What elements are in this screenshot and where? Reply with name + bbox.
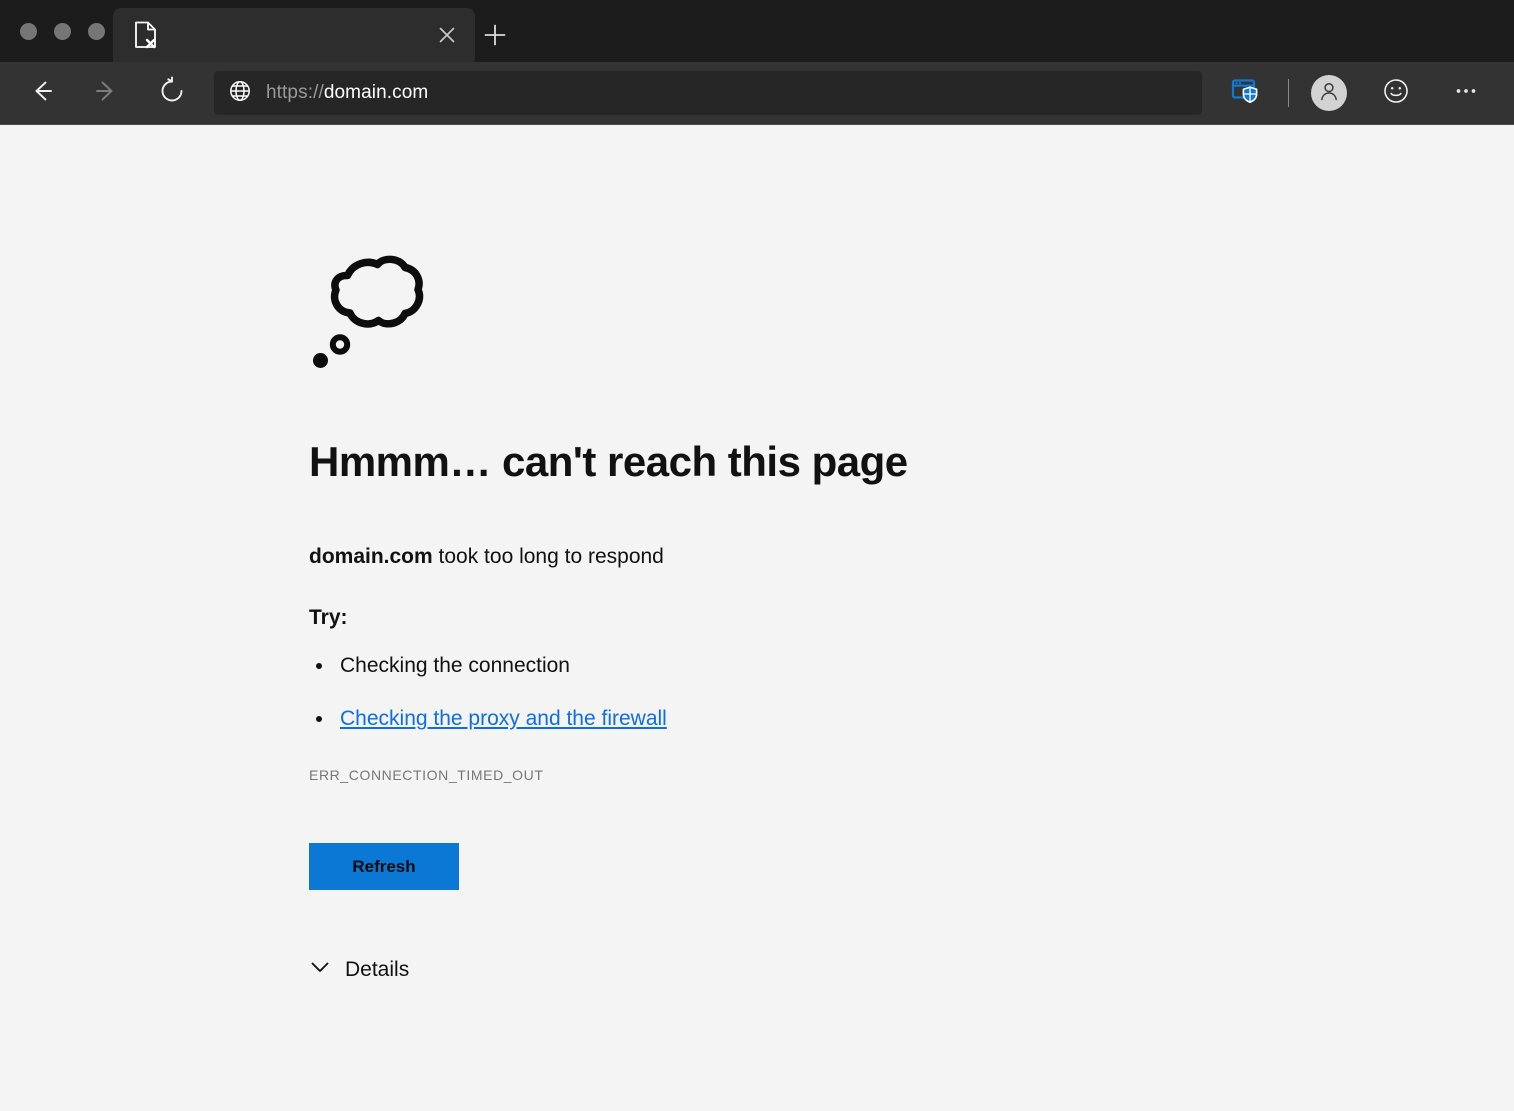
error-subtitle: domain.com took too long to respond — [309, 543, 1289, 570]
back-button[interactable] — [22, 73, 62, 113]
minimize-window-button[interactable] — [54, 22, 71, 40]
person-avatar-icon — [1317, 79, 1341, 108]
error-code: ERR_CONNECTION_TIMED_OUT — [309, 767, 544, 784]
reload-icon — [157, 76, 187, 111]
smiley-face-icon — [1381, 76, 1411, 111]
settings-and-more-button[interactable] — [1445, 72, 1487, 114]
browser-tab[interactable] — [113, 8, 475, 62]
close-window-button[interactable] — [20, 22, 37, 40]
arrow-right-icon — [91, 76, 121, 111]
arrow-left-icon — [27, 76, 57, 111]
error-subtitle-rest: took too long to respond — [432, 545, 664, 569]
details-label: Details — [345, 957, 410, 981]
page-title: Hmmm… can't reach this page — [309, 438, 908, 485]
troubleshooting-list: Checking the connection Checking the pro… — [309, 652, 1289, 733]
defender-application-guard-button[interactable] — [1224, 72, 1266, 114]
suggestion-text-connection: Checking the connection — [340, 654, 570, 678]
proxy-firewall-link[interactable]: Checking the proxy and the firewall — [340, 707, 667, 730]
ellipsis-more-icon — [1451, 76, 1481, 111]
close-tab-button[interactable] — [433, 21, 461, 49]
window-controls — [0, 0, 105, 62]
error-subtitle-domain: domain.com — [309, 545, 433, 569]
list-item: Checking the proxy and the firewall — [309, 705, 1289, 733]
profile-button[interactable] — [1311, 75, 1347, 111]
page-viewport: Hmmm… can't reach this page domain.com t… — [0, 125, 1514, 1111]
details-toggle[interactable]: Details — [309, 956, 489, 983]
zoom-window-button[interactable] — [88, 22, 105, 40]
thought-cloud-icon — [309, 249, 1289, 369]
reload-button[interactable] — [152, 73, 192, 113]
forward-button[interactable] — [86, 73, 126, 113]
broken-page-icon — [133, 21, 159, 49]
browser-window: https://domain.com Hmmm… can't reach thi… — [0, 0, 1514, 1111]
refresh-button[interactable]: Refresh — [309, 843, 459, 891]
globe-icon — [228, 79, 266, 108]
try-heading: Try: — [309, 606, 348, 630]
address-scheme: https:// — [266, 82, 324, 103]
navigation-toolbar: https://domain.com — [0, 62, 1514, 125]
error-page-content: Hmmm… can't reach this page domain.com t… — [309, 249, 1289, 983]
toolbar-actions — [1224, 72, 1487, 114]
address-bar[interactable]: https://domain.com — [214, 71, 1202, 115]
new-tab-button[interactable] — [478, 18, 512, 52]
list-item: Checking the connection — [309, 652, 1289, 680]
defender-application-guard-icon — [1230, 76, 1260, 111]
titlebar — [0, 0, 1514, 62]
address-text: https://domain.com — [266, 82, 428, 104]
chevron-down-icon — [309, 956, 345, 983]
address-host: domain.com — [323, 82, 429, 103]
feedback-button[interactable] — [1375, 72, 1417, 114]
toolbar-divider — [1288, 79, 1289, 107]
